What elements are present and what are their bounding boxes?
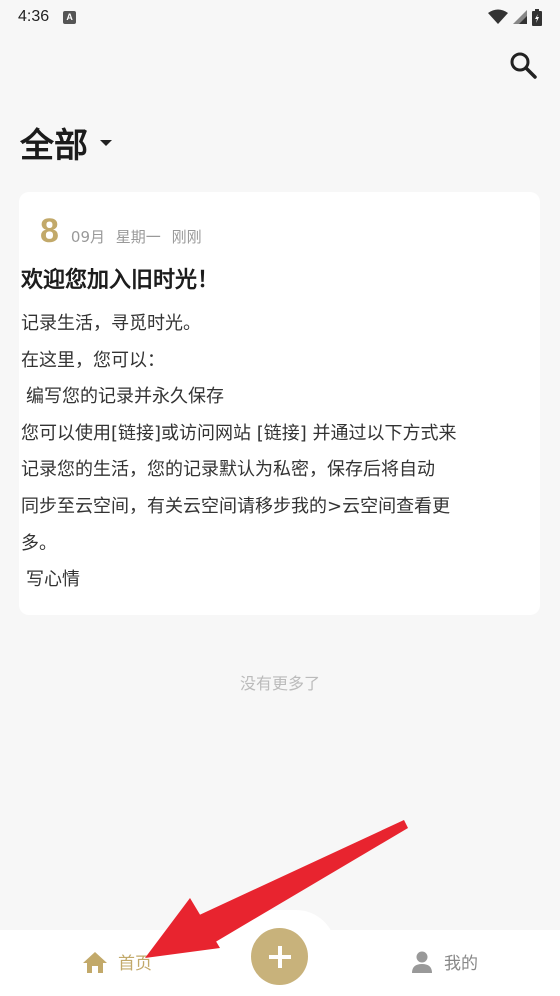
add-entry-button[interactable] (251, 928, 308, 985)
entry-title-wrap: 欢迎您加入旧时光！ (21, 262, 219, 294)
status-icons (488, 8, 542, 26)
search-button[interactable] (508, 50, 540, 82)
entry-day: 8 (40, 212, 59, 250)
entry-weekday: 星期一 (115, 228, 161, 246)
entry-relative-time: 刚刚 (171, 228, 202, 246)
status-bar: 4:36 A (0, 0, 560, 34)
wifi-icon (488, 9, 508, 24)
page-title: 全部 (20, 126, 88, 166)
entry-body: 记录生活，寻觅时光。 在这里，您可以： 编写您的记录并永久保存 您可以使用[链接… (21, 306, 506, 599)
entry-line: 记录生活，寻觅时光。 (21, 313, 201, 334)
entry-line: 写心情 (26, 569, 80, 591)
a-notification-icon: A (63, 10, 77, 24)
signal-icon (513, 10, 527, 24)
entry-date: 8 09月 星期一 刚刚 (40, 212, 208, 251)
entry-line: 多。 (21, 532, 57, 554)
entry-title: 欢迎您加入旧时光！ (21, 268, 220, 293)
entry-line: 在这里，您可以： (21, 349, 165, 371)
dropdown-caret-icon (100, 139, 112, 146)
tab-home[interactable]: 首页 (82, 949, 152, 974)
no-more-text: 没有更多了 (239, 674, 320, 693)
home-icon (83, 951, 107, 973)
entry-line: 记录您的生活，您的记录默认为私密，保存后将自动 (21, 459, 435, 481)
entry-month: 09月 (70, 228, 106, 246)
entry-line: 编写您的记录并永久保存 (26, 386, 224, 408)
battery-icon (532, 8, 542, 26)
entry-date-meta: 09月 星期一 刚刚 (71, 226, 208, 247)
entry-line: 同步至云空间，有关云空间请移步我的>云空间查看更 (21, 495, 451, 517)
category-selector[interactable]: 全部 (20, 118, 112, 167)
status-time: 4:36 (18, 8, 50, 25)
tab-mine-label: 我的 (444, 954, 478, 974)
person-icon (412, 951, 432, 973)
tab-home-label: 首页 (118, 954, 152, 974)
search-icon (510, 52, 537, 79)
plus-icon (268, 945, 291, 968)
tab-mine[interactable]: 我的 (410, 949, 478, 974)
entry-line: 您可以使用[链接]或访问网站 [链接] 并通过以下方式来 (21, 422, 457, 444)
